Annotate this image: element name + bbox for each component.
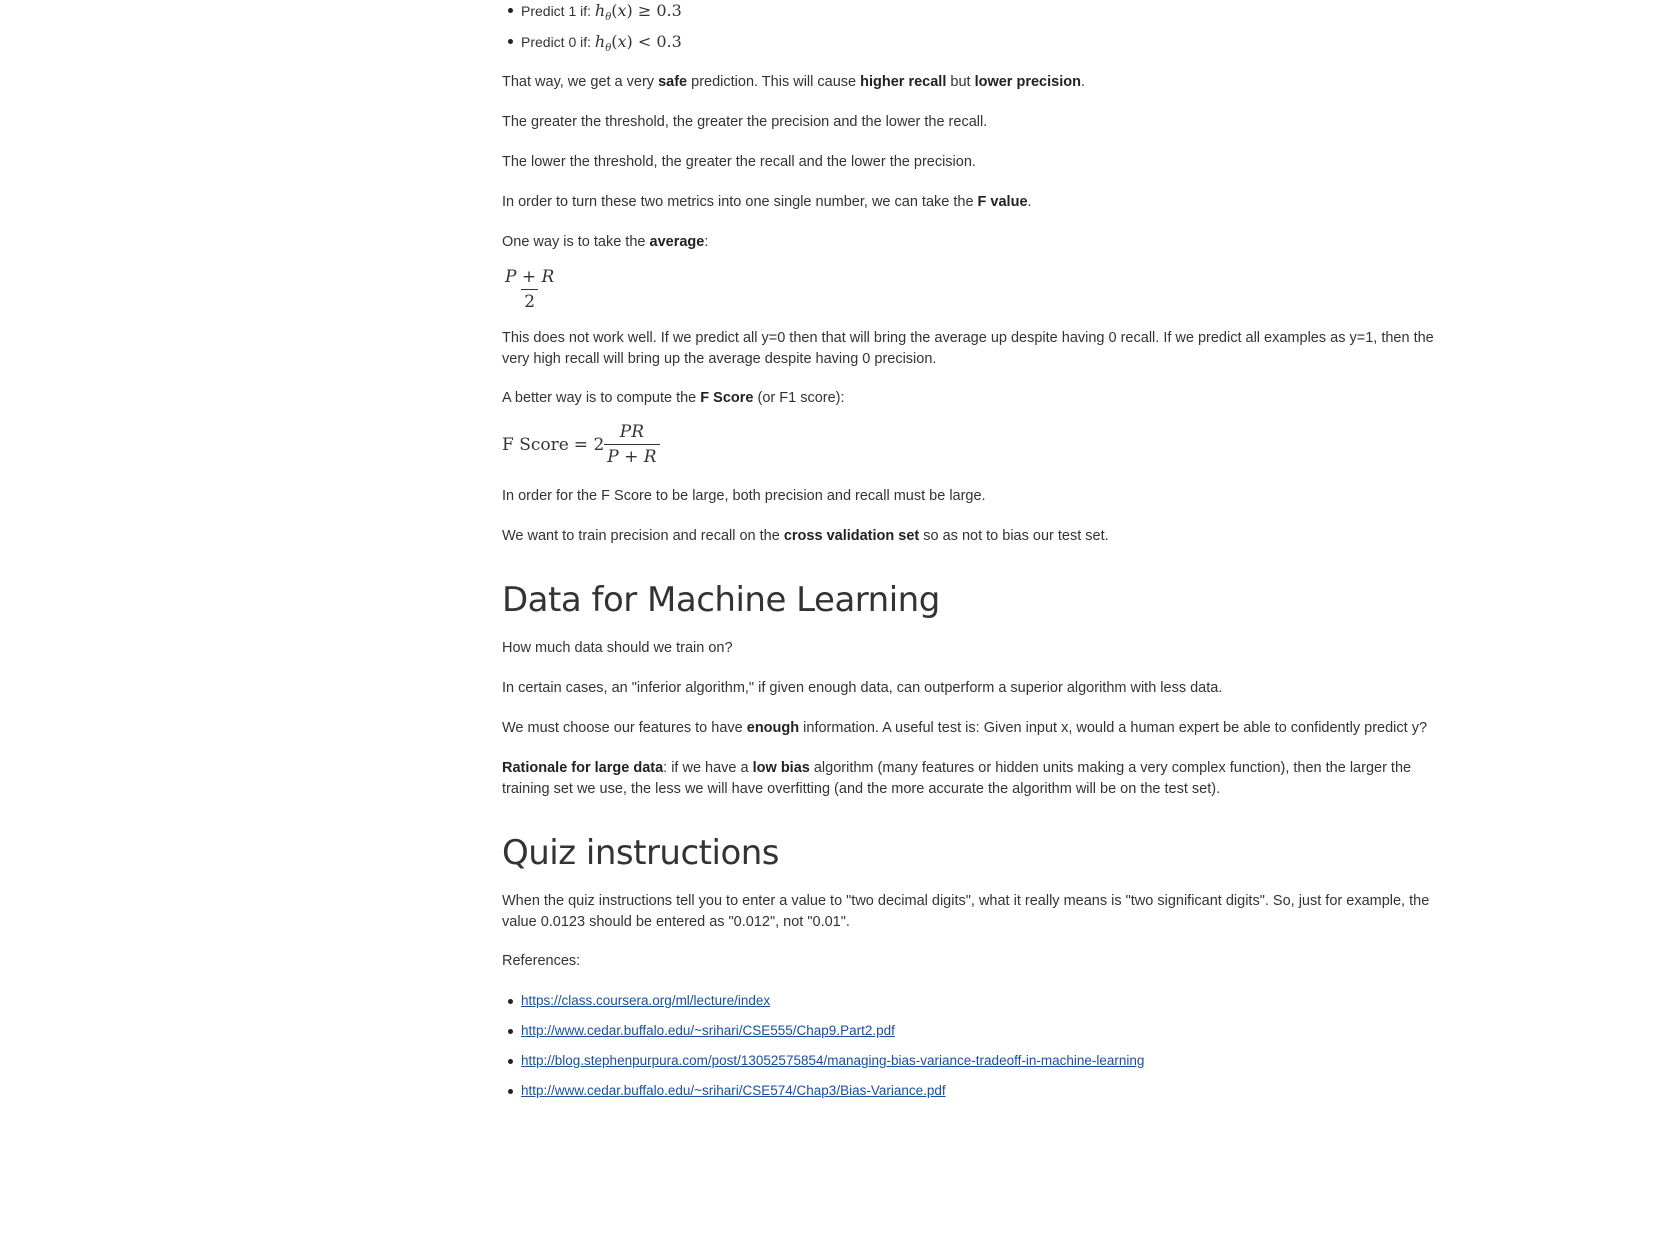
text: . xyxy=(1080,74,1085,90)
math-symbol: θ xyxy=(605,12,612,24)
text: One way is to take the xyxy=(502,234,650,250)
list-item: http://blog.stephenpurpura.com/post/1305… xyxy=(502,1052,1144,1082)
text: so as not to bias our test set. xyxy=(919,528,1109,544)
math-expression: hθ(x) ≥ 0.3 xyxy=(594,1,682,24)
bullet-icon xyxy=(508,1059,513,1064)
reference-link[interactable]: https://class.coursera.org/ml/lecture/in… xyxy=(521,993,770,1008)
text: information. A useful test is: Given inp… xyxy=(799,720,1428,736)
paragraph-cv: We want to train precision and recall on… xyxy=(502,526,1109,547)
reference-link[interactable]: http://www.cedar.buffalo.edu/~srihari/CS… xyxy=(521,1023,895,1038)
bold-text: low bias xyxy=(752,760,810,776)
math-symbol: x xyxy=(617,1,627,20)
fraction-denominator: P + R xyxy=(604,444,660,467)
text: but xyxy=(946,74,975,90)
formula-f-score: F Score = 2 PR P + R xyxy=(502,422,660,467)
text: A better way is to compute the xyxy=(502,390,701,406)
text: We must choose our features to have xyxy=(502,720,747,736)
bullet-icon xyxy=(508,999,513,1004)
section-heading-data: Data for Machine Learning xyxy=(502,580,940,620)
math-value: 0.3 xyxy=(656,1,682,20)
prediction-label: Predict 0 if: xyxy=(521,34,592,50)
references-list: https://class.coursera.org/ml/lecture/in… xyxy=(502,992,1144,1112)
paragraph-quiz: When the quiz instructions tell you to e… xyxy=(502,893,1430,930)
prediction-list: Predict 1 if: hθ(x) ≥ 0.3 Predict 0 if: … xyxy=(502,0,682,62)
list-item: http://www.cedar.buffalo.edu/~srihari/CS… xyxy=(502,1022,1144,1052)
text: That way, we get a very xyxy=(502,74,659,90)
paragraph-fvalue: In order to turn these two metrics into … xyxy=(502,192,1032,213)
paragraph-how-much: How much data should we train on? xyxy=(502,640,733,656)
bold-text: Rationale for large data xyxy=(502,760,664,776)
paragraph-better: A better way is to compute the F Score (… xyxy=(502,388,845,409)
paragraph-not-work: This does not work well. If we predict a… xyxy=(502,330,1434,367)
text: : if we have a xyxy=(663,760,753,776)
math-value: 0.3 xyxy=(656,32,682,51)
fraction-denominator: 2 xyxy=(521,289,539,312)
list-item: Predict 0 if: hθ(x) < 0.3 xyxy=(502,31,682,62)
math-symbol: h xyxy=(594,32,606,51)
paragraph-rationale: Rationale for large data: if we have a l… xyxy=(502,758,1462,800)
paragraph-inferior: In certain cases, an "inferior algorithm… xyxy=(502,680,1223,696)
math-expression: hθ(x) < 0.3 xyxy=(594,32,682,55)
bold-text: F Score xyxy=(700,390,754,406)
section-heading-quiz: Quiz instructions xyxy=(502,833,780,873)
bold-text: enough xyxy=(746,720,800,736)
paragraph-large: In order for the F Score to be large, bo… xyxy=(502,488,986,504)
text: (or F1 score): xyxy=(753,390,845,406)
text: In order to turn these two metrics into … xyxy=(502,194,978,210)
fraction-numerator: P + R xyxy=(505,267,555,287)
reference-link[interactable]: http://blog.stephenpurpura.com/post/1305… xyxy=(521,1053,1144,1068)
math-symbol: θ xyxy=(605,43,612,55)
list-item: Predict 1 if: hθ(x) ≥ 0.3 xyxy=(502,0,682,31)
reference-link[interactable]: http://www.cedar.buffalo.edu/~srihari/CS… xyxy=(521,1083,946,1098)
math-operator: < xyxy=(637,32,652,51)
formula-average: P + R 2 xyxy=(502,267,557,312)
fraction-numerator: PR xyxy=(619,422,645,442)
bullet-icon xyxy=(508,39,513,44)
paragraph-references: References: xyxy=(502,953,581,969)
paragraph-safe: That way, we get a very safe prediction.… xyxy=(502,72,1085,93)
math-symbol: h xyxy=(594,1,606,20)
bullet-icon xyxy=(508,1089,513,1094)
bold-text: cross validation set xyxy=(783,528,920,544)
paragraph-enough: We must choose our features to have enou… xyxy=(502,718,1482,739)
paragraph-greater: The greater the threshold, the greater t… xyxy=(502,114,988,130)
text: We want to train precision and recall on… xyxy=(502,528,784,544)
text: . xyxy=(1027,194,1032,210)
paragraph-average: One way is to take the average: xyxy=(502,232,708,253)
bold-text: F value xyxy=(977,194,1028,210)
bold-text: safe xyxy=(658,74,688,90)
list-item: http://www.cedar.buffalo.edu/~srihari/CS… xyxy=(502,1082,1144,1112)
bold-text: higher recall xyxy=(860,74,947,90)
formula-lhs: F Score xyxy=(502,434,569,455)
bullet-icon xyxy=(508,1029,513,1034)
text: : xyxy=(704,234,709,250)
fraction: P + R 2 xyxy=(502,267,557,312)
formula-equals: = 2 xyxy=(573,434,605,455)
math-symbol: x xyxy=(617,32,627,51)
list-item: https://class.coursera.org/ml/lecture/in… xyxy=(502,992,1144,1022)
bullet-icon xyxy=(508,8,513,13)
fraction: PR P + R xyxy=(604,422,660,467)
math-operator: ≥ xyxy=(637,1,652,20)
prediction-label: Predict 1 if: xyxy=(521,3,592,19)
paragraph-lower: The lower the threshold, the greater the… xyxy=(502,154,976,170)
bold-text: average xyxy=(649,234,705,250)
text: prediction. This will cause xyxy=(687,74,861,90)
bold-text: lower precision xyxy=(974,74,1081,90)
